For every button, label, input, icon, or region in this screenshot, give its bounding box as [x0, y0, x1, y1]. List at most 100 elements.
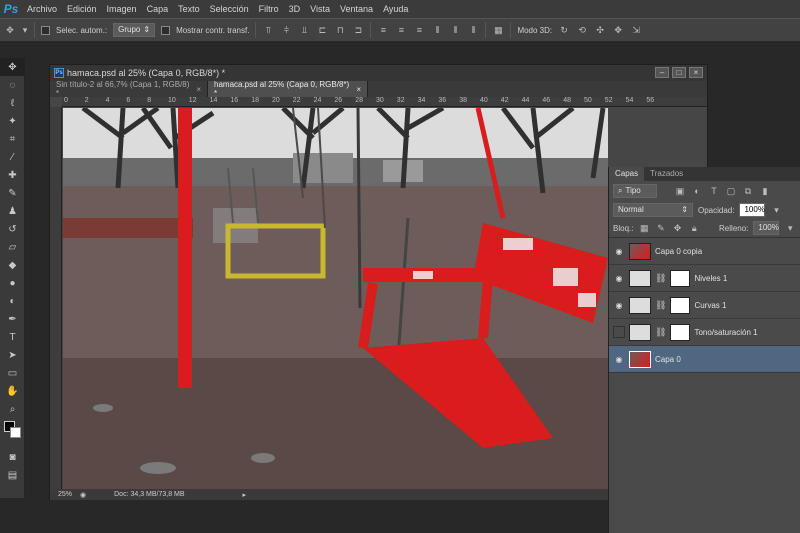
type-tool-icon[interactable]: T: [0, 328, 25, 346]
marquee-tool-icon[interactable]: ◌: [0, 76, 25, 94]
clone-stamp-tool-icon[interactable]: ♟: [0, 202, 25, 220]
chevron-down-icon[interactable]: ▾: [784, 222, 796, 234]
group-select[interactable]: Grupo ⇕: [113, 23, 156, 37]
layer-row[interactable]: ⛓ Tono/saturación 1: [609, 319, 800, 346]
quick-mask-icon[interactable]: ◙: [0, 448, 25, 466]
close-button[interactable]: ×: [689, 67, 703, 78]
align-hcenter-icon[interactable]: ⊓: [334, 24, 346, 36]
auto-select-checkbox[interactable]: [41, 25, 50, 35]
filter-kind-select[interactable]: ⌕ Tipo: [613, 184, 657, 198]
healing-brush-tool-icon[interactable]: ✚: [0, 166, 25, 184]
auto-align-icon[interactable]: ▦: [492, 24, 504, 36]
screen-mode-icon[interactable]: ▤: [0, 466, 25, 484]
distribute-vcenter-icon[interactable]: ≡: [395, 24, 407, 36]
distribute-bottom-icon[interactable]: ≡: [413, 24, 425, 36]
eraser-tool-icon[interactable]: ▱: [0, 238, 25, 256]
lock-image-icon[interactable]: ✎: [655, 222, 667, 234]
blur-tool-icon[interactable]: ●: [0, 274, 25, 292]
status-arrow-icon[interactable]: ▸: [243, 491, 247, 499]
brush-tool-icon[interactable]: ✎: [0, 184, 25, 202]
horizontal-ruler[interactable]: 0 2 4 6 8 10 12 14 16 18 20 22 24 26 28 30 32 34 36 38 40 42 4…: [62, 97, 707, 107]
path-selection-tool-icon[interactable]: ➤: [0, 346, 25, 364]
align-right-icon[interactable]: ⊐: [352, 24, 364, 36]
show-transform-checkbox[interactable]: [161, 25, 171, 35]
move-tool-icon[interactable]: ✥: [4, 24, 16, 36]
tab-capas[interactable]: Capas: [609, 167, 645, 181]
menu-imagen[interactable]: Imagen: [102, 0, 142, 18]
document-titlebar[interactable]: Ps hamaca.psd al 25% (Capa 0, RGB/8*) * …: [50, 65, 707, 81]
chevron-down-icon[interactable]: ▾: [22, 24, 28, 36]
maximize-button[interactable]: □: [672, 67, 686, 78]
dodge-tool-icon[interactable]: ◐: [0, 292, 25, 310]
filter-type-icon[interactable]: T: [708, 185, 720, 197]
align-vcenter-icon[interactable]: ⫩: [280, 24, 292, 36]
distribute-right-icon[interactable]: ⦀: [467, 24, 479, 36]
image-canvas[interactable]: [63, 108, 608, 489]
hand-tool-icon[interactable]: ✋: [0, 382, 25, 400]
tab-hamaca[interactable]: hamaca.psd al 25% (Capa 0, RGB/8*) * ×: [208, 80, 368, 98]
lock-transparent-icon[interactable]: ▦: [638, 222, 650, 234]
blend-mode-select[interactable]: Normal ⇕: [613, 203, 693, 217]
fill-input[interactable]: 100%: [753, 221, 780, 235]
status-icon[interactable]: ◉: [80, 491, 86, 499]
close-icon[interactable]: ×: [356, 85, 361, 94]
filter-shape-icon[interactable]: ▢: [725, 185, 737, 197]
distribute-left-icon[interactable]: ⦀: [431, 24, 443, 36]
magic-wand-tool-icon[interactable]: ✦: [0, 112, 25, 130]
menu-seleccion[interactable]: Selección: [205, 0, 254, 18]
chevron-down-icon[interactable]: ▾: [770, 204, 782, 216]
layer-row-selected[interactable]: ◉ Capa 0: [609, 346, 800, 373]
distribute-top-icon[interactable]: ≡: [377, 24, 389, 36]
opacity-input[interactable]: 100%: [739, 203, 766, 217]
filter-toggle-icon[interactable]: ▮: [759, 185, 771, 197]
menu-edicion[interactable]: Edición: [62, 0, 102, 18]
lock-position-icon[interactable]: ✥: [672, 222, 684, 234]
menu-ayuda[interactable]: Ayuda: [378, 0, 413, 18]
menu-capa[interactable]: Capa: [142, 0, 174, 18]
filter-smart-object-icon[interactable]: ⧉: [742, 185, 754, 197]
lasso-tool-icon[interactable]: ℓ: [0, 94, 25, 112]
zoom-level[interactable]: 25%: [58, 491, 72, 498]
distribute-hcenter-icon[interactable]: ⦀: [449, 24, 461, 36]
rotate-3d-icon[interactable]: ↻: [558, 24, 570, 36]
drag-3d-icon[interactable]: ✣: [594, 24, 606, 36]
filter-adjustment-icon[interactable]: ◐: [691, 185, 703, 197]
pen-tool-icon[interactable]: ✒: [0, 310, 25, 328]
tab-trazados[interactable]: Trazados: [644, 167, 689, 181]
align-left-icon[interactable]: ⊏: [316, 24, 328, 36]
align-bottom-icon[interactable]: ⫫: [298, 24, 310, 36]
menu-filtro[interactable]: Filtro: [254, 0, 284, 18]
close-icon[interactable]: ×: [196, 85, 201, 94]
menu-vista[interactable]: Vista: [305, 0, 335, 18]
slide-3d-icon[interactable]: ✥: [612, 24, 624, 36]
menu-archivo[interactable]: Archivo: [22, 0, 62, 18]
align-top-icon[interactable]: ⫪: [262, 24, 274, 36]
eye-icon[interactable]: ◉: [613, 301, 625, 310]
rectangle-tool-icon[interactable]: ▭: [0, 364, 25, 382]
eye-icon[interactable]: ◉: [613, 355, 625, 364]
crop-tool-icon[interactable]: ⌗: [0, 130, 25, 148]
menu-ventana[interactable]: Ventana: [335, 0, 378, 18]
layer-row[interactable]: ◉ Capa 0 copia: [609, 238, 800, 265]
layer-row[interactable]: ◉ ⛓ Niveles 1: [609, 265, 800, 292]
eyedropper-tool-icon[interactable]: ⁄: [0, 148, 25, 166]
vertical-ruler[interactable]: [50, 107, 62, 489]
menu-3d[interactable]: 3D: [284, 0, 306, 18]
eye-icon[interactable]: ◉: [613, 247, 625, 256]
ruler-tick-label: 4: [105, 97, 110, 104]
minimize-button[interactable]: –: [655, 67, 669, 78]
roll-3d-icon[interactable]: ⟲: [576, 24, 588, 36]
menu-texto[interactable]: Texto: [173, 0, 205, 18]
paint-bucket-tool-icon[interactable]: ◆: [0, 256, 25, 274]
zoom-tool-icon[interactable]: ⌕: [0, 400, 25, 418]
visibility-toggle-empty[interactable]: [613, 326, 625, 338]
scale-3d-icon[interactable]: ⇲: [630, 24, 642, 36]
eye-icon[interactable]: ◉: [613, 274, 625, 283]
color-swatches-icon[interactable]: [0, 418, 25, 448]
layer-row[interactable]: ◉ ⛓ Curvas 1: [609, 292, 800, 319]
move-tool-icon[interactable]: ✥: [0, 58, 25, 76]
filter-pixel-icon[interactable]: ▣: [674, 185, 686, 197]
lock-all-icon[interactable]: 🔒︎: [688, 222, 700, 234]
history-brush-tool-icon[interactable]: ↺: [0, 220, 25, 238]
tab-sin-titulo-2[interactable]: Sin título-2 al 66,7% (Capa 1, RGB/8) * ×: [50, 80, 208, 98]
